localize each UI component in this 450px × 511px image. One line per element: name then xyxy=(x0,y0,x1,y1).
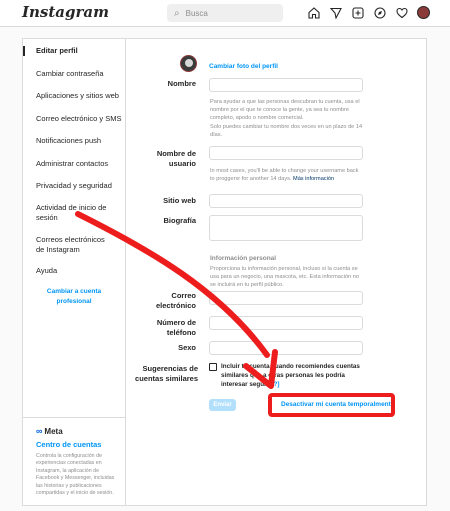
sidebar-item-edit-profile[interactable]: Editar perfil xyxy=(23,46,125,56)
sidebar-item-help[interactable]: Ayuda xyxy=(23,266,125,276)
search-icon: ⌕ xyxy=(174,7,180,19)
email-label: Correo electrónico xyxy=(155,291,196,310)
suggestions-description: Incluir tu cuenta cuando recomiendes cue… xyxy=(221,363,360,388)
name-field[interactable] xyxy=(209,78,363,92)
search-input[interactable] xyxy=(185,8,266,18)
submit-button[interactable]: Enviar xyxy=(209,399,236,411)
settings-sidebar: Editar perfil Cambiar contraseña Aplicac… xyxy=(23,39,126,505)
name-hint: Para ayudar a que las personas descubran… xyxy=(210,99,360,121)
name-change-limit-hint: Solo puedes cambiar tu nombre dos veces … xyxy=(210,124,363,138)
top-navigation-bar: Instagram ⌕ xyxy=(0,0,450,27)
heart-icon[interactable] xyxy=(395,6,408,19)
switch-to-professional-link[interactable]: Cambiar a cuenta profesional xyxy=(23,287,125,307)
sidebar-item-change-password[interactable]: Cambiar contraseña xyxy=(23,69,125,79)
sidebar-item-apps-websites[interactable]: Aplicaciones y sitios web xyxy=(23,91,125,101)
profile-photo[interactable] xyxy=(180,55,197,72)
accounts-center-box[interactable]: ∞ Meta Centro de cuentas Controla la con… xyxy=(23,417,125,505)
phone-label: Número de teléfono xyxy=(156,318,196,337)
website-label: Sitio web xyxy=(163,196,196,205)
bio-label: Biografía xyxy=(163,216,196,225)
gender-label: Sexo xyxy=(178,343,196,352)
phone-field[interactable] xyxy=(209,316,363,330)
meta-logo: ∞ Meta xyxy=(36,426,125,436)
sidebar-item-manage-contacts[interactable]: Administrar contactos xyxy=(23,159,125,169)
username-field[interactable] xyxy=(209,146,363,160)
settings-panel: Editar perfil Cambiar contraseña Aplicac… xyxy=(22,38,427,506)
name-label: Nombre xyxy=(167,79,196,88)
learn-more-link[interactable]: Más información xyxy=(293,176,334,182)
suggestions-checkbox[interactable] xyxy=(209,363,217,371)
sidebar-item-login-activity[interactable]: Actividad de inicio de sesión xyxy=(23,203,115,223)
suggestions-text: Incluir tu cuenta cuando recomiendes cue… xyxy=(221,362,366,389)
change-profile-photo-link[interactable]: Cambiar foto del perfil xyxy=(209,63,278,70)
new-post-icon[interactable] xyxy=(351,6,364,19)
email-field[interactable] xyxy=(209,291,363,305)
annotation-highlight-box xyxy=(268,393,395,417)
suggestions-label: Sugerencias de cuentas similares xyxy=(135,364,198,383)
explore-icon[interactable] xyxy=(373,6,386,19)
suggestions-help-link[interactable]: [?] xyxy=(271,381,279,388)
meta-logo-text: Meta xyxy=(44,426,63,436)
send-icon[interactable] xyxy=(329,6,342,19)
username-hint-text: In most cases, you'll be able to change … xyxy=(210,168,359,182)
instagram-logo[interactable]: Instagram xyxy=(22,3,109,21)
nav-icons xyxy=(307,6,430,19)
accounts-center-title[interactable]: Centro de cuentas xyxy=(36,440,125,449)
website-field[interactable] xyxy=(209,194,363,208)
username-label: Nombre de usuario xyxy=(156,149,196,168)
sidebar-item-privacy-security[interactable]: Privacidad y seguridad xyxy=(23,181,125,191)
personal-info-title: Información personal xyxy=(210,255,277,262)
home-icon[interactable] xyxy=(307,6,320,19)
sidebar-item-email-sms[interactable]: Correo electrónico y SMS xyxy=(23,114,125,124)
sidebar-item-push-notifications[interactable]: Notificaciones push xyxy=(23,136,125,146)
personal-info-hint: Proporciona tu información personal, inc… xyxy=(210,266,359,288)
meta-infinity-icon: ∞ xyxy=(36,426,43,436)
accounts-center-description: Controla la configuración de experiencia… xyxy=(36,453,115,497)
avatar[interactable] xyxy=(417,6,430,19)
bio-textarea[interactable] xyxy=(209,215,363,241)
search-box[interactable]: ⌕ xyxy=(167,4,283,22)
sidebar-item-instagram-emails[interactable]: Correos electrónicos de Instagram xyxy=(23,235,113,255)
username-hint: In most cases, you'll be able to change … xyxy=(210,167,364,183)
gender-field[interactable] xyxy=(209,341,363,355)
